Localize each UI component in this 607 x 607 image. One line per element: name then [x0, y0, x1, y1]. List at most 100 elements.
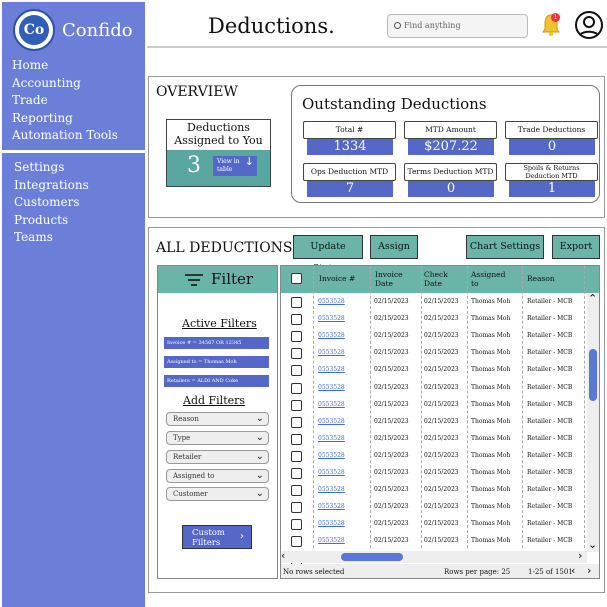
- type-select[interactable]: Type ⌄: [166, 431, 269, 445]
- row-checkbox[interactable]: [291, 468, 302, 479]
- table-row[interactable]: 0553528 02/15/2023 02/15/2023 Thomas Moh Ret…: [281, 328, 586, 345]
- row-checkbox[interactable]: [291, 331, 302, 343]
- column-header-invoice-date[interactable]: Invoice Date: [375, 270, 407, 288]
- active-filter-chip[interactable]: Retailers = ALDI AND Coke: [164, 375, 269, 387]
- horizontal-scroll-thumb[interactable]: [341, 553, 403, 561]
- active-filter-chip[interactable]: Invoice # = 34567 OR 12345: [164, 337, 269, 349]
- invoice-link[interactable]: 0553528: [318, 520, 345, 527]
- invoice-link[interactable]: 0553528: [318, 435, 345, 442]
- table-row[interactable]: 0553528 02/15/2023 02/15/2023 Thomas Moh Ret…: [281, 448, 586, 465]
- reason-select[interactable]: Reason ⌄: [166, 412, 269, 426]
- chart-settings-button[interactable]: Chart Settings: [466, 235, 544, 259]
- row-checkbox[interactable]: [291, 314, 302, 326]
- invoice-link[interactable]: 0553528: [318, 332, 345, 339]
- active-filter-chip[interactable]: Assigned to = Thomas Moh: [164, 356, 269, 368]
- table-cell: Retailer - MCB: [527, 349, 573, 357]
- nav-item-settings[interactable]: Settings: [14, 160, 64, 174]
- filter-icon: [185, 274, 203, 286]
- header-divider: [147, 46, 607, 48]
- logo[interactable]: Co: [13, 9, 55, 51]
- row-checkbox[interactable]: [291, 365, 302, 377]
- metric-value: 7: [307, 181, 393, 197]
- select-label: Assigned to: [173, 472, 215, 480]
- invoice-link[interactable]: 0553528: [318, 503, 345, 510]
- column-header-invoice-number[interactable]: Invoice #: [319, 274, 355, 283]
- nav-item-home[interactable]: Home: [12, 58, 48, 72]
- table-row[interactable]: 0553528 02/15/2023 02/15/2023 Thomas Moh Ret…: [281, 294, 586, 311]
- nav-item-accounting[interactable]: Accounting: [12, 76, 81, 90]
- table-row[interactable]: 0553528 02/15/2023 02/15/2023 Thomas Moh Ret…: [281, 465, 586, 482]
- update-status-button[interactable]: Update Status: [293, 235, 363, 274]
- chevron-left-icon[interactable]: ‹: [281, 549, 285, 562]
- invoice-link[interactable]: 0553528: [318, 469, 345, 476]
- invoice-link[interactable]: 0553528: [318, 349, 345, 356]
- chevron-right-icon[interactable]: ›: [578, 549, 582, 562]
- user-avatar-icon[interactable]: [575, 11, 603, 39]
- table-row[interactable]: 0553528 02/15/2023 02/15/2023 Thomas Moh Ret…: [281, 516, 586, 533]
- row-checkbox[interactable]: [291, 536, 302, 548]
- column-header-assigned-to[interactable]: Assigned to: [471, 270, 511, 288]
- export-button[interactable]: Export: [552, 235, 600, 259]
- table-row[interactable]: 0553528 02/15/2023 02/15/2023 Thomas Moh Ret…: [281, 345, 586, 362]
- assigned-to-select[interactable]: Assigned to ⌄: [166, 469, 269, 483]
- retailer-select[interactable]: Retailer ⌄: [166, 450, 269, 464]
- row-checkbox[interactable]: [291, 416, 302, 428]
- invoice-link[interactable]: 0553528: [318, 452, 345, 459]
- table-cell: Thomas Moh: [471, 469, 511, 476]
- table-row[interactable]: 0553528 02/15/2023 02/15/2023 Thomas Moh Ret…: [281, 414, 586, 431]
- nav-item-products[interactable]: Products: [14, 213, 68, 227]
- previous-page-icon[interactable]: ‹: [571, 564, 575, 577]
- next-page-icon[interactable]: ›: [587, 564, 591, 577]
- row-checkbox[interactable]: [291, 502, 302, 514]
- nav-item-automation-tools[interactable]: Automation Tools: [12, 128, 118, 142]
- nav-item-reporting[interactable]: Reporting: [12, 111, 73, 125]
- column-header-check-date[interactable]: Check Date: [424, 270, 454, 288]
- nav-item-integrations[interactable]: Integrations: [14, 178, 89, 192]
- nav-item-customers[interactable]: Customers: [14, 195, 80, 209]
- column-header-reason[interactable]: Reason: [527, 274, 555, 283]
- table-cell: 02/15/2023: [374, 486, 409, 494]
- row-checkbox[interactable]: [291, 399, 302, 411]
- invoice-link[interactable]: 0553528: [318, 401, 345, 408]
- table-row[interactable]: 0553528 02/15/2023 02/15/2023 Thomas Moh Ret…: [281, 482, 586, 499]
- row-checkbox[interactable]: [291, 297, 302, 308]
- vertical-scroll-thumb[interactable]: [589, 349, 597, 401]
- row-checkbox[interactable]: [291, 450, 302, 462]
- invoice-link[interactable]: 0553528: [318, 384, 345, 391]
- vertical-scrollbar[interactable]: ⌃ ⌄: [587, 292, 599, 552]
- invoice-link[interactable]: 0553528: [318, 366, 345, 373]
- notification-badge: 1: [551, 13, 560, 22]
- table-row[interactable]: 0553528 02/15/2023 02/15/2023 Thomas Moh Ret…: [281, 533, 586, 550]
- invoice-link[interactable]: 0553528: [318, 418, 345, 425]
- table-row[interactable]: 0553528 02/15/2023 02/15/2023 Thomas Moh Ret…: [281, 380, 586, 397]
- invoice-link[interactable]: 0553528: [318, 486, 345, 493]
- nav-item-trade[interactable]: Trade: [12, 93, 48, 107]
- assign-button[interactable]: Assign: [370, 235, 418, 259]
- table-row[interactable]: 0553528 02/15/2023 02/15/2023 Thomas Moh Ret…: [281, 311, 586, 328]
- table-row[interactable]: 0553528 02/15/2023 02/15/2023 Thomas Moh Ret…: [281, 431, 586, 448]
- filter-toggle[interactable]: Filter: [158, 266, 277, 293]
- customer-select[interactable]: Customer ⌄: [166, 487, 269, 501]
- horizontal-scrollbar[interactable]: ‹ ›: [281, 549, 587, 563]
- row-checkbox[interactable]: [291, 348, 302, 360]
- search-input[interactable]: Find anything: [387, 14, 528, 38]
- table-cell: Thomas Moh: [471, 349, 511, 357]
- view-in-table-button[interactable]: View in table ↓: [213, 156, 257, 176]
- table-cell: 02/15/2023: [424, 349, 459, 357]
- chevron-down-icon[interactable]: ⌄: [588, 538, 597, 551]
- table-row[interactable]: 0553528 02/15/2023 02/15/2023 Thomas Moh Ret…: [281, 397, 586, 414]
- invoice-link[interactable]: 0553528: [318, 298, 345, 305]
- row-checkbox[interactable]: [291, 433, 302, 445]
- chevron-up-icon[interactable]: ⌃: [588, 292, 597, 305]
- row-checkbox[interactable]: [291, 485, 302, 497]
- nav-item-teams[interactable]: Teams: [14, 230, 53, 244]
- custom-filters-button[interactable]: Custom Filters ›: [182, 525, 252, 549]
- rows-per-page-select[interactable]: Rows per page: 25: [444, 568, 510, 576]
- select-all-checkbox[interactable]: [291, 273, 302, 284]
- table-row[interactable]: 0553528 02/15/2023 02/15/2023 Thomas Moh Ret…: [281, 362, 586, 379]
- table-row[interactable]: 0553528 02/15/2023 02/15/2023 Thomas Moh Ret…: [281, 499, 586, 516]
- invoice-link[interactable]: 0553528: [318, 537, 345, 544]
- row-checkbox[interactable]: [291, 382, 302, 394]
- invoice-link[interactable]: 0553528: [318, 315, 345, 322]
- row-checkbox[interactable]: [291, 519, 302, 531]
